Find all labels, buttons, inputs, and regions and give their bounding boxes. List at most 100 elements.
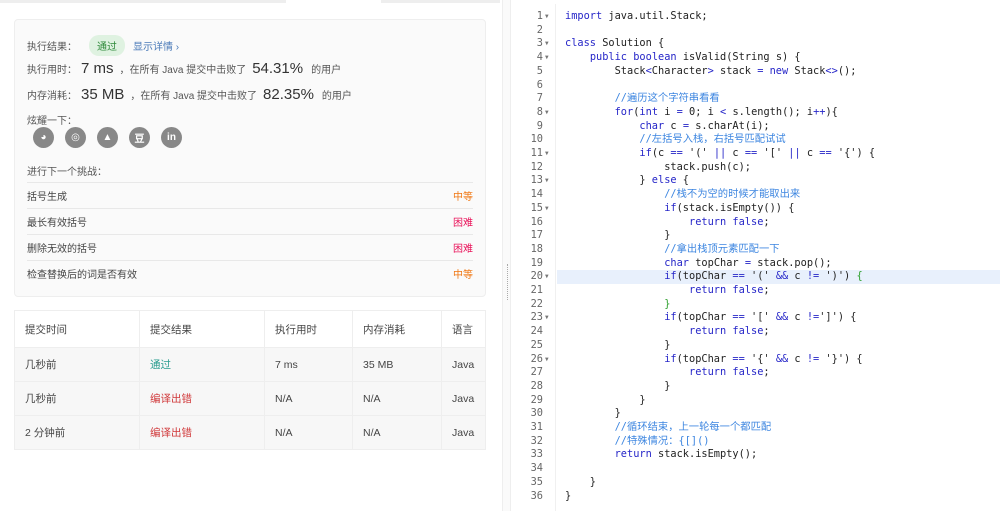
memory-cell: 35 MB (352, 347, 442, 382)
line-number: 36 (530, 489, 543, 502)
fold-arrow-icon[interactable]: ▼ (545, 353, 549, 367)
code-line[interactable]: 14 //栈不为空的时候才能取出来 (512, 188, 1000, 202)
table-row[interactable]: 几秒前 编译出错 N/A N/A Java (14, 381, 486, 416)
fold-arrow-icon[interactable]: ▼ (545, 147, 549, 161)
code-text: //特殊情况：{[]() (614, 434, 710, 447)
code-line[interactable]: 25 } (512, 339, 1000, 353)
line-number: 8 (536, 105, 543, 118)
code-line[interactable]: 15 ▼ if(stack.isEmpty()) { (512, 202, 1000, 216)
code-text: public boolean isValid(String s) { (589, 51, 801, 64)
runtime-cell: N/A (264, 381, 353, 416)
line-number: 11 (530, 147, 543, 159)
memory-label: 内存消耗： (27, 91, 77, 102)
challenge-item[interactable]: 最长有效括号 困难 (27, 208, 473, 234)
code-editor[interactable]: 1 ▼ import java.util.Stack; 2 3 ▼ class Solut… (512, 4, 1000, 511)
code-text: } (664, 297, 671, 310)
code-line[interactable]: 11 ▼ if(c == '(' || c == '[' || c == '{')… (512, 147, 1000, 161)
code-line[interactable]: 31 //循环结束，上一轮每一个都匹配 (512, 421, 1000, 435)
challenge-item[interactable]: 检查替换后的词是否有效 中等 (27, 260, 473, 286)
share-label: 炫耀一下： (27, 116, 77, 127)
code-text: stack.push(c); (565, 160, 751, 173)
code-line[interactable]: 21 return false; (512, 284, 1000, 298)
submit-result-link[interactable]: 编译出错 (139, 415, 265, 450)
show-details-link[interactable]: 显示详情 › (133, 38, 179, 53)
fold-arrow-icon[interactable]: ▼ (545, 174, 549, 188)
memory-row: 内存消耗： 35 MB ，在所有 Java 提交中击败了 82.35% 的用户 (27, 86, 352, 103)
code-line[interactable]: 18 //拿出栈顶元素匹配一下 (512, 243, 1000, 257)
linkedin-icon[interactable]: in (161, 127, 182, 148)
fold-arrow-icon[interactable]: ▼ (545, 202, 549, 216)
code-line[interactable]: 30 } (512, 407, 1000, 421)
submit-result-link[interactable]: 通过 (139, 347, 265, 382)
runtime-tail: 的用户 (311, 65, 342, 76)
code-text: if(c == '(' || c == '[' || c == '{') { (639, 147, 876, 159)
code-line[interactable]: 32 //特殊情况：{[]() (512, 435, 1000, 449)
code-line[interactable]: 22 } (512, 298, 1000, 312)
code-text: return false; (689, 366, 770, 379)
code-line[interactable]: 6 (512, 79, 1000, 93)
code-line[interactable]: 24 return false; (512, 325, 1000, 339)
fold-arrow-icon[interactable]: ▼ (545, 37, 549, 51)
code-line[interactable]: 13 ▼ } else { (512, 174, 1000, 188)
table-row[interactable]: 2 分钟前 编译出错 N/A N/A Java (14, 415, 486, 450)
line-number: 10 (530, 133, 543, 146)
code-line[interactable]: 10 //左括号入栈，右括号匹配试试 (512, 133, 1000, 147)
code-line[interactable]: 9 char c = s.charAt(i); (512, 120, 1000, 134)
douban-icon[interactable]: 豆 (129, 127, 150, 148)
fold-arrow-icon[interactable]: ▼ (545, 106, 549, 120)
result-card: 执行结果： 通过 显示详情 › 执行用时： 7 ms ，在所有 Java 提交中… (14, 19, 486, 297)
code-text: if(topChar == '{' && c != '}') { (664, 352, 863, 365)
line-number: 27 (530, 366, 543, 379)
qq-icon[interactable]: ▲ (97, 127, 118, 148)
code-line[interactable]: 34 (512, 462, 1000, 476)
submit-result-link[interactable]: 编译出错 (139, 381, 265, 416)
language-cell: Java (441, 381, 486, 416)
code-text: } (565, 489, 572, 502)
panel-resize-handle[interactable] (502, 0, 511, 511)
challenge-item[interactable]: 删除无效的括号 困难 (27, 234, 473, 260)
code-text: class Solution { (565, 37, 665, 50)
code-line[interactable]: 17 } (512, 229, 1000, 243)
code-line[interactable]: 16 return false; (512, 216, 1000, 230)
code-line[interactable]: 5 Stack<Character> stack = new Stack<>()… (512, 65, 1000, 79)
code-line[interactable]: 23 ▼ if(topChar == '[' && c !=']') { (512, 311, 1000, 325)
fold-arrow-icon[interactable]: ▼ (545, 311, 549, 325)
code-line[interactable]: 3 ▼ class Solution { (512, 37, 1000, 51)
code-text: return false; (689, 215, 770, 228)
fold-arrow-icon[interactable]: ▼ (545, 51, 549, 65)
code-line[interactable]: 33 return stack.isEmpty(); (512, 448, 1000, 462)
code-line[interactable]: 4 ▼ public boolean isValid(String s) { (512, 51, 1000, 65)
code-line[interactable]: 36} (512, 490, 1000, 504)
code-line[interactable]: 26 ▼ if(topChar == '{' && c != '}') { (512, 353, 1000, 367)
wechat-icon[interactable]: ◕ (33, 127, 54, 148)
code-line[interactable]: 28 } (512, 380, 1000, 394)
submission-panel: 执行结果： 通过 显示详情 › 执行用时： 7 ms ，在所有 Java 提交中… (0, 0, 500, 511)
code-line[interactable]: 12 stack.push(c); (512, 161, 1000, 175)
code-text: } (565, 379, 671, 392)
line-number: 7 (536, 92, 543, 105)
line-number: 14 (530, 188, 543, 201)
fold-arrow-icon[interactable]: ▼ (545, 270, 549, 284)
fold-arrow-icon[interactable]: ▼ (545, 10, 549, 24)
code-line[interactable]: 8 ▼ for(int i = 0; i < s.length(); i++){ (512, 106, 1000, 120)
challenge-title: 删除无效的括号 (27, 244, 97, 255)
weibo-icon[interactable]: ◎ (65, 127, 86, 148)
code-line[interactable]: 20 ▼ if(topChar == '(' && c != ')') { (512, 270, 1000, 284)
challenge-item[interactable]: 括号生成 中等 (27, 182, 473, 208)
line-number: 2 (536, 23, 543, 36)
code-line[interactable]: 35 } (512, 476, 1000, 490)
code-line[interactable]: 27 return false; (512, 366, 1000, 380)
column-header: 执行用时 (264, 310, 353, 348)
language-cell: Java (441, 347, 486, 382)
memory-text: ，在所有 Java 提交中击败了 (130, 91, 258, 102)
share-icons: ◕ ◎ ▲ 豆 in (33, 127, 182, 148)
code-line[interactable]: 1 ▼ import java.util.Stack; (512, 10, 1000, 24)
code-line[interactable]: 7 //遍历这个字符串看看 (512, 92, 1000, 106)
table-row[interactable]: 几秒前 通过 7 ms 35 MB Java (14, 347, 486, 382)
code-line[interactable]: 2 (512, 24, 1000, 38)
code-line[interactable]: 29 } (512, 394, 1000, 408)
code-text: return false; (689, 325, 770, 338)
code-line[interactable]: 19 char topChar = stack.pop(); (512, 257, 1000, 271)
